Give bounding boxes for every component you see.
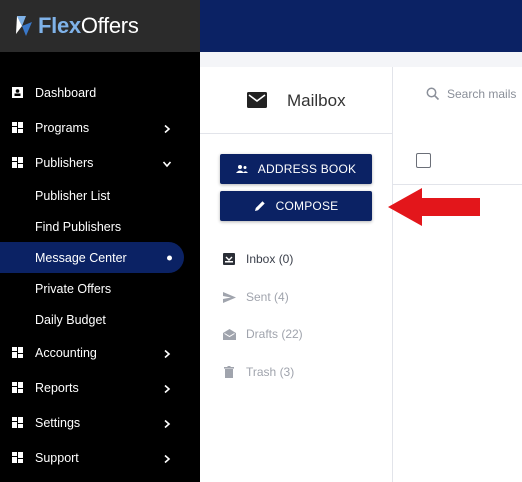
mail-icon [247,92,267,108]
sidebar-item-label: Message Center [35,250,127,265]
active-dot-icon [167,255,172,260]
sidebar-item-label: Daily Budget [35,312,106,327]
compose-label: COMPOSE [275,199,339,213]
sidebar-item-label: Settings [35,415,81,430]
folder-label: Trash (3) [246,365,295,379]
sidebar-item-label: Support [35,450,79,465]
grid-icon [11,347,23,359]
address-book-label: ADDRESS BOOK [257,162,357,176]
send-icon [222,291,236,303]
sidebar-item-label: Private Offers [35,281,112,296]
sidebar-item-accounting[interactable]: Accounting [0,335,200,370]
inbox-icon [222,253,236,265]
sidebar-item-label: Accounting [35,345,97,360]
chevron-down-icon [162,158,172,168]
chevron-right-icon [162,123,172,133]
sidebar-item-publishers[interactable]: Publishers [0,145,200,180]
sidebar-subitem-find-publishers[interactable]: Find Publishers [0,211,200,242]
address-book-button[interactable]: ADDRESS BOOK [220,154,372,184]
grid-icon [11,382,23,394]
sidebar-item-label: Reports [35,380,79,395]
sidebar-subitem-daily-budget[interactable]: Daily Budget [0,304,200,335]
grid-icon [11,122,23,134]
sidebar-subitem-publisher-list[interactable]: Publisher List [0,180,200,211]
grid-icon [11,452,23,464]
sidebar-item-label: Dashboard [35,85,97,100]
sidebar: FlexOffers Dashboard Programs Publishers [0,0,200,482]
sidebar-item-label: Publisher List [35,188,111,203]
grid-icon [11,417,23,429]
divider [392,67,393,482]
sidebar-subitem-message-center[interactable]: Message Center [0,242,184,273]
sidebar-item-label: Publishers [35,155,94,170]
sidebar-item-label: Programs [35,120,90,135]
dashboard-icon [11,87,23,99]
sidebar-item-programs[interactable]: Programs [0,110,200,145]
search-placeholder: Search mails [447,87,517,101]
pencil-icon [254,201,265,211]
mail-list-header [393,133,522,185]
contacts-icon [235,165,248,173]
compose-button[interactable]: COMPOSE [220,191,372,221]
search-input[interactable]: Search mails [426,87,516,101]
mailbox-panel: Mailbox Search mails ADDRESS BOOK COMPOS… [200,67,522,482]
annotation-arrow-icon [388,188,480,226]
flexoffers-logo-icon [14,14,36,38]
search-icon [426,87,440,101]
sidebar-item-reports[interactable]: Reports [0,370,200,405]
logo-text-flex: Flex [38,13,81,38]
folder-label: Drafts (22) [246,327,303,341]
folder-trash[interactable]: Trash (3) [222,365,294,379]
divider [200,133,392,134]
chevron-right-icon [162,453,172,463]
top-header-bar [200,0,522,52]
folder-sent[interactable]: Sent (4) [222,290,289,304]
logo[interactable]: FlexOffers [0,0,200,52]
sidebar-item-label: Find Publishers [35,219,122,234]
folder-label: Inbox (0) [246,252,294,266]
logo-text-offers: Offers [80,13,139,38]
folder-label: Sent (4) [246,290,289,304]
grid-icon [11,157,23,169]
folder-drafts[interactable]: Drafts (22) [222,327,303,341]
chevron-right-icon [162,383,172,393]
page-title: Mailbox [287,91,346,110]
drafts-icon [222,328,236,340]
chevron-right-icon [162,418,172,428]
sidebar-subitem-private-offers[interactable]: Private Offers [0,273,200,304]
folder-inbox[interactable]: Inbox (0) [222,252,293,266]
sidebar-nav: Dashboard Programs Publishers Publisher … [0,75,200,475]
chevron-right-icon [162,348,172,358]
sidebar-item-settings[interactable]: Settings [0,405,200,440]
sidebar-item-support[interactable]: Support [0,440,200,475]
sidebar-item-dashboard[interactable]: Dashboard [0,75,200,110]
trash-icon [222,366,236,378]
select-all-checkbox[interactable] [416,153,431,168]
